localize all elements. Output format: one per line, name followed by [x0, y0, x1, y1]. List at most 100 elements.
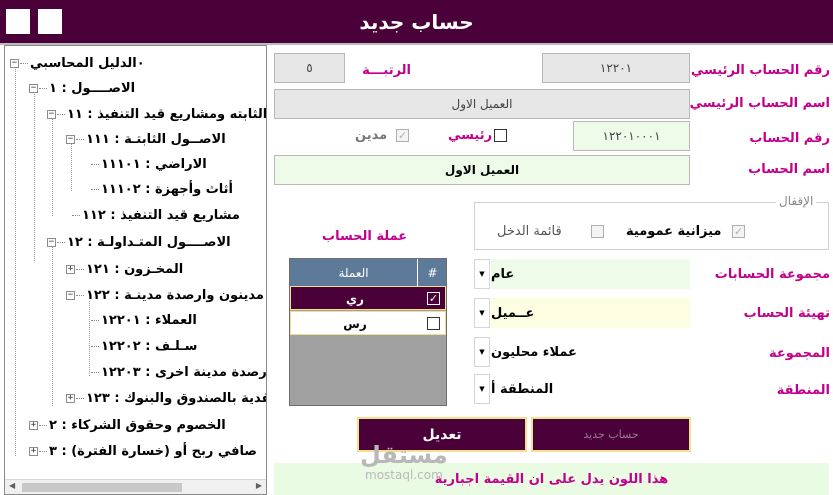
- tree-node-label: مشاريع قيد التنفيذ : ١١٢: [82, 207, 240, 223]
- tree-node-inventory[interactable]: + المخـزون : ١٢١: [66, 259, 183, 279]
- main-account-checkbox[interactable]: [494, 129, 507, 142]
- closing-group-title: الإقفال: [776, 194, 817, 208]
- tree-node-root[interactable]: − ٠الدليل المحاسبي: [10, 53, 145, 73]
- income-statement-label: قائمة الدخل: [497, 224, 562, 239]
- balance-sheet-label: ميزانية عمومية: [626, 224, 722, 239]
- window-button-left[interactable]: [6, 9, 30, 34]
- account-group-value: عام: [491, 259, 690, 289]
- watermark: مستقل mostaql.com: [360, 442, 448, 482]
- row-checkbox[interactable]: [427, 317, 440, 330]
- balance-sheet-checkbox[interactable]: ✓: [732, 225, 745, 238]
- tree-node-cash[interactable]: + نقدية بالصندوق والبنوك : ١٢٣: [66, 388, 266, 408]
- collapse-icon[interactable]: −: [29, 83, 38, 93]
- scrollbar-thumb[interactable]: [22, 483, 182, 492]
- account-group-label: مجموعة الحسابات: [714, 267, 830, 282]
- tree-horizontal-scrollbar[interactable]: ◀ ▶: [5, 479, 266, 494]
- account-group-combo[interactable]: ▼ عام: [474, 259, 690, 289]
- tree-guide: [52, 246, 53, 406]
- tree-guide: [15, 66, 16, 456]
- collapse-icon[interactable]: −: [10, 58, 19, 68]
- tree-node-label: الاصــول الثابتـة : ١١١: [86, 131, 226, 147]
- tree-node-label: العملاء : ١٢٢٠١: [101, 312, 197, 328]
- grid-cell-check: ✓: [420, 287, 447, 311]
- tree-node-debtors[interactable]: − مدينون وارصدة مدينـة : ١٢٢: [66, 285, 264, 305]
- collapse-icon[interactable]: −: [47, 109, 56, 119]
- tree-node-label: المخـزون : ١٢١: [86, 261, 184, 277]
- tree-node-label: الاصــــول المتـداولـة : ١٢: [67, 234, 231, 250]
- grid-cell-currency: رس: [343, 317, 367, 331]
- watermark-brand: مستقل: [360, 441, 448, 469]
- tree-node-other-debit[interactable]: ارصدة مدينة اخرى : ١٢٢٠٣: [85, 362, 267, 382]
- grid-cell-check: [420, 312, 447, 336]
- account-setup-value: عــميل: [491, 298, 690, 328]
- currency-grid[interactable]: العملة # ري ✓ رس: [289, 258, 447, 406]
- parent-account-name-label: اسم الحساب الرئيسي: [689, 96, 830, 111]
- window-title: حساب جديد: [359, 9, 474, 34]
- grid-header-check[interactable]: #: [419, 259, 446, 286]
- tree-node-liabilities[interactable]: + الخصوم وحقوق الشركاء : ٢: [29, 415, 226, 435]
- tree-node-label: الاصول الثابته ومشاريع قيد التنفيذ : ١١: [67, 106, 267, 122]
- grid-header: العملة #: [290, 259, 446, 286]
- scroll-right-icon[interactable]: ▶: [256, 481, 262, 490]
- expand-icon[interactable]: +: [29, 446, 38, 456]
- chevron-down-icon[interactable]: ▼: [474, 374, 490, 404]
- account-name-field[interactable]: العميل الاول: [274, 155, 690, 185]
- grid-cell-currency: ري: [346, 292, 364, 306]
- parent-account-name-field[interactable]: العميل الاول: [274, 89, 690, 119]
- income-statement-checkbox[interactable]: [591, 225, 604, 238]
- tree-node-advances[interactable]: سـلـف : ١٢٢٠٢: [85, 336, 197, 356]
- window-button-right[interactable]: [38, 9, 62, 34]
- tree-node-current-assets[interactable]: − الاصــــول المتـداولـة : ١٢: [47, 232, 231, 252]
- rank-label: الرتبـــة: [362, 63, 411, 78]
- tree-guide: [34, 91, 35, 261]
- chevron-down-icon[interactable]: ▼: [474, 259, 490, 289]
- region-value: المنطقة أ: [491, 374, 690, 404]
- accounts-tree[interactable]: − ٠الدليل المحاسبي − الاصــــول : ١ − ال…: [4, 45, 267, 495]
- region-label: المنطقة: [776, 383, 830, 398]
- required-legend: هذا اللون يدل على ان القيمة اجبارية: [274, 463, 829, 495]
- currency-title: عملة الحساب: [322, 229, 408, 244]
- grid-header-currency[interactable]: العملة: [290, 259, 418, 286]
- scroll-left-icon[interactable]: ◀: [9, 481, 15, 490]
- tree-node-label: مدينون وارصدة مدينـة : ١٢٢: [86, 287, 264, 303]
- tree-node-label: ارصدة مدينة اخرى : ١٢٢٠٣: [101, 364, 267, 380]
- debit-label: مدين: [355, 128, 388, 143]
- expand-icon[interactable]: +: [66, 393, 75, 403]
- tree-node-projects[interactable]: مشاريع قيد التنفيذ : ١١٢: [66, 205, 240, 225]
- collapse-icon[interactable]: −: [66, 290, 75, 300]
- chevron-down-icon[interactable]: ▼: [474, 337, 490, 367]
- tree-node-assets[interactable]: − الاصــــول : ١: [29, 78, 135, 98]
- tree-node-fixed-and-projects[interactable]: − الاصول الثابته ومشاريع قيد التنفيذ : ١…: [47, 104, 267, 124]
- parent-account-no-label: رقم الحساب الرئيسي: [690, 63, 830, 78]
- row-checkbox[interactable]: ✓: [427, 292, 440, 305]
- tree-node-customers[interactable]: العملاء : ١٢٢٠١: [85, 310, 197, 330]
- expand-icon[interactable]: +: [66, 264, 75, 274]
- table-row[interactable]: رس: [290, 311, 446, 335]
- tree-node-label: الاراضي : ١١١٠١: [101, 156, 207, 172]
- collapse-icon[interactable]: −: [47, 237, 56, 247]
- parent-account-no-field[interactable]: ١٢٢٠١: [542, 53, 690, 83]
- new-account-button[interactable]: حساب جديد: [531, 417, 691, 452]
- collapse-icon[interactable]: −: [66, 134, 75, 144]
- region-combo[interactable]: ▼ المنطقة أ: [474, 374, 690, 404]
- account-name-label: اسم الحساب: [748, 162, 830, 177]
- tree-node-fixed-assets[interactable]: − الاصــول الثابتـة : ١١١: [66, 129, 226, 149]
- account-setup-combo[interactable]: ▼ عــميل: [474, 298, 690, 328]
- group-value: عملاء محليون: [491, 337, 690, 367]
- tree-node-profit[interactable]: + صافي ربح أو (خسارة الفترة) : ٣: [29, 441, 257, 461]
- tree-guide: [52, 116, 53, 216]
- tree-node-label: الخصوم وحقوق الشركاء : ٢: [49, 417, 226, 433]
- tree-node-furniture[interactable]: أثاث وأجهزة : ١١١٠٢: [85, 179, 233, 199]
- tree-node-label: صافي ربح أو (خسارة الفترة) : ٣: [49, 443, 257, 459]
- expand-icon[interactable]: +: [29, 420, 38, 430]
- group-combo[interactable]: ▼ عملاء محليون: [474, 337, 690, 367]
- tree-node-label: سـلـف : ١٢٢٠٢: [101, 338, 198, 354]
- rank-field[interactable]: ٥: [274, 53, 345, 83]
- chevron-down-icon[interactable]: ▼: [474, 298, 490, 328]
- group-label: المجموعة: [768, 346, 830, 361]
- debit-checkbox[interactable]: ✓: [396, 129, 409, 142]
- account-no-field[interactable]: ١٢٢٠١٠٠٠١: [573, 121, 690, 151]
- table-row[interactable]: ري ✓: [290, 286, 446, 310]
- tree-node-land[interactable]: الاراضي : ١١١٠١: [85, 154, 207, 174]
- title-bar: حساب جديد: [0, 0, 833, 43]
